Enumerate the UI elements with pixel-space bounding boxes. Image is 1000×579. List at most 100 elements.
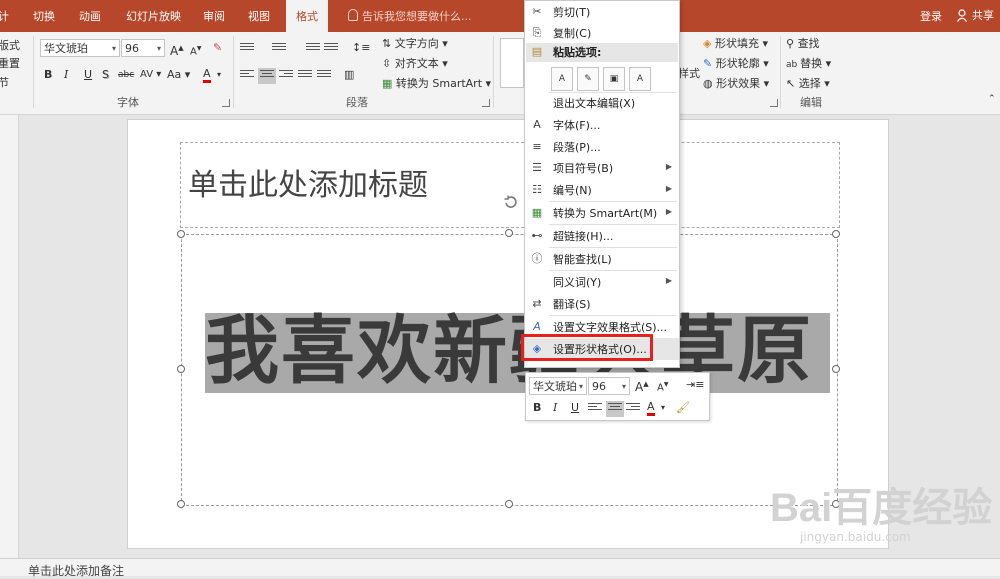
distributed-icon[interactable] <box>317 70 331 82</box>
clear-format-icon[interactable]: ✎ <box>213 40 222 56</box>
menu-item-exit-text-edit[interactable]: 退出文本编辑(X) <box>525 92 679 114</box>
menu-label: 复制(C) <box>553 27 592 40</box>
change-case-button[interactable]: Aa ▾ <box>167 67 190 83</box>
slide-body-text[interactable]: 我喜欢新疆大草原 <box>205 306 830 396</box>
quick-styles-button[interactable]: 样式 <box>678 65 700 81</box>
align-right-icon[interactable] <box>279 70 293 82</box>
find-button[interactable]: ⚲ 查找 <box>786 35 820 51</box>
shape-outline-button[interactable]: ✎ 形状轮廓 ▾ <box>703 55 769 71</box>
shrink-font-button[interactable]: A▼ <box>190 41 201 60</box>
mini-align-left-icon[interactable] <box>588 403 602 415</box>
drawing-dialog-launcher-icon[interactable] <box>770 99 778 107</box>
resize-handle-right[interactable] <box>832 365 840 373</box>
paste-text-only-icon[interactable]: A <box>629 67 651 91</box>
align-center-icon[interactable] <box>258 68 276 84</box>
menu-item-cut[interactable]: ✂ 剪切(T) <box>525 1 679 23</box>
mini-font-name-dropdown[interactable]: 华文琥珀 ▾ <box>529 377 587 395</box>
grow-font-button[interactable]: A▲ <box>170 40 184 59</box>
numbering-icon[interactable] <box>272 43 286 55</box>
menu-item-font[interactable]: A 字体(F)... <box>525 114 679 136</box>
align-left-icon[interactable] <box>240 70 254 82</box>
title-placeholder-text[interactable]: 单击此处添加标题 <box>188 160 428 204</box>
resize-handle-bottom-left[interactable] <box>177 500 185 508</box>
shape-effects-button[interactable]: ◍ 形状效果 ▾ <box>703 75 769 91</box>
increase-indent-icon[interactable] <box>324 43 338 55</box>
section-button[interactable]: 节 <box>0 74 9 90</box>
underline-button[interactable]: U <box>84 67 92 83</box>
char-spacing-button[interactable]: AV ▾ <box>140 67 161 83</box>
mini-grow-font-button[interactable]: A▲ <box>635 376 649 395</box>
resize-handle-bottom[interactable] <box>505 500 513 508</box>
select-button[interactable]: ↖ 选择 ▾ <box>786 75 830 91</box>
menu-item-paragraph[interactable]: ≡ 段落(P)... <box>525 136 679 158</box>
menu-item-synonyms[interactable]: 同义词(Y) ▶ <box>525 271 679 293</box>
shapes-gallery[interactable] <box>500 38 524 88</box>
mini-font-size-value: 96 <box>592 380 606 393</box>
menu-item-numbering[interactable]: ☷ 编号(N) ▶ <box>525 179 679 201</box>
mini-font-size-dropdown[interactable]: 96 ▾ <box>588 377 630 395</box>
menu-item-translate[interactable]: ⇄ 翻译(S) <box>525 293 679 315</box>
font-size-dropdown[interactable]: 96 ▾ <box>121 39 165 57</box>
mini-align-center-icon[interactable] <box>606 401 624 417</box>
resize-handle-top-left[interactable] <box>177 230 185 238</box>
share-button[interactable]: 共享 <box>954 6 994 26</box>
shape-fill-button[interactable]: ◈ 形状填充 ▾ <box>703 35 768 51</box>
menu-item-convert-smartart[interactable]: ▦ 转换为 SmartArt(M) ▶ <box>525 202 679 224</box>
font-dialog-launcher-icon[interactable] <box>222 99 230 107</box>
group-divider <box>33 36 34 108</box>
tab-transitions[interactable]: 切换 <box>33 0 55 32</box>
layout-button[interactable]: 版式 <box>0 37 20 53</box>
tab-review[interactable]: 审阅 <box>203 0 225 32</box>
char-spacing-label: AV <box>140 69 154 80</box>
align-text-button[interactable]: ⇳ 对齐文本 ▾ <box>382 55 448 71</box>
menu-item-smart-lookup[interactable]: ⓘ 智能查找(L) <box>525 248 679 270</box>
group-divider <box>233 36 234 108</box>
notes-placeholder[interactable]: 单击此处添加备注 <box>28 562 124 579</box>
tell-me-search[interactable]: 告诉我您想要做什么... <box>348 0 472 32</box>
paste-keep-source-format-icon[interactable]: ✎ <box>577 67 599 91</box>
mini-bold-button[interactable]: B <box>533 400 541 416</box>
tab-format[interactable]: 格式 <box>286 0 328 32</box>
menu-item-bullets[interactable]: ☰ 项目符号(B) ▶ <box>525 157 679 179</box>
paste-use-destination-theme-icon[interactable]: A <box>551 67 573 91</box>
mini-underline-button[interactable]: U <box>571 400 579 416</box>
font-name-dropdown[interactable]: 华文琥珀 ▾ <box>40 39 120 57</box>
paragraph-dialog-launcher-icon[interactable] <box>482 99 490 107</box>
shadow-button[interactable]: S <box>102 67 109 83</box>
bullets-icon[interactable] <box>240 43 254 55</box>
line-spacing-icon[interactable]: ↕≡ <box>352 40 370 56</box>
collapse-ribbon-icon[interactable]: ⌃ <box>988 94 996 104</box>
decrease-indent-icon[interactable] <box>306 43 320 55</box>
mini-font-color-button[interactable]: A <box>647 400 655 416</box>
tab-view[interactable]: 视图 <box>248 0 270 32</box>
resize-handle-top[interactable] <box>505 229 513 237</box>
format-painter-icon[interactable]: 🖌 <box>676 400 690 416</box>
strikethrough-button[interactable]: abc <box>118 67 134 83</box>
rotate-handle-icon[interactable] <box>503 195 517 209</box>
resize-handle-top-right[interactable] <box>832 230 840 238</box>
justify-icon[interactable] <box>298 70 312 82</box>
columns-icon[interactable]: ▥ <box>344 67 354 83</box>
resize-handle-left[interactable] <box>177 365 185 373</box>
tab-slideshow[interactable]: 幻灯片放映 <box>126 0 181 32</box>
mini-shrink-font-button[interactable]: A▼ <box>657 377 668 396</box>
convert-smartart-button[interactable]: ▦ 转换为 SmartArt ▾ <box>382 75 491 91</box>
menu-item-hyperlink[interactable]: ⊷ 超链接(H)... <box>525 225 679 247</box>
mini-italic-button[interactable]: I <box>553 400 557 416</box>
copy-icon: ⎘ <box>532 26 542 39</box>
mini-align-right-icon[interactable] <box>626 403 640 415</box>
italic-button[interactable]: I <box>64 67 68 83</box>
reset-button[interactable]: 重置 <box>0 55 20 71</box>
login-link[interactable]: 登录 <box>920 0 942 34</box>
group-divider <box>493 36 494 108</box>
text-direction-button[interactable]: ⇅ 文字方向 ▾ <box>382 35 448 51</box>
mini-indent-icon[interactable]: ⇥≡ <box>686 377 704 393</box>
tab-animations[interactable]: 动画 <box>79 0 101 32</box>
replace-button[interactable]: ab 替换 ▾ <box>786 55 831 71</box>
chevron-down-icon[interactable]: ▾ <box>661 400 665 416</box>
chevron-down-icon[interactable]: ▾ <box>217 67 221 83</box>
paste-picture-icon[interactable]: ▣ <box>603 67 625 91</box>
bold-button[interactable]: B <box>44 67 52 83</box>
tab-design-partial[interactable]: 计 <box>0 0 9 32</box>
font-color-button[interactable]: A <box>203 67 211 83</box>
